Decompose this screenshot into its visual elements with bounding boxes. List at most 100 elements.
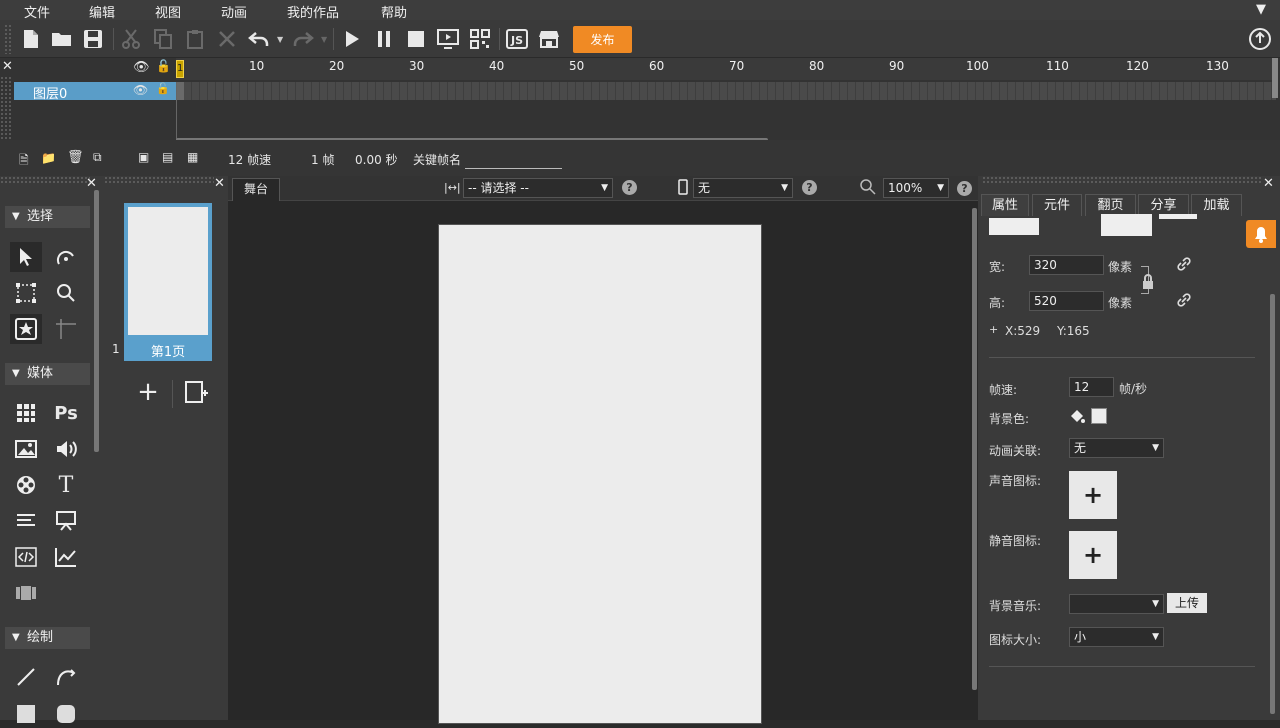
- props-close-icon[interactable]: ✕: [1263, 176, 1274, 191]
- device-select[interactable]: 无 ▼: [693, 178, 793, 198]
- redo-icon[interactable]: [290, 26, 316, 52]
- bgcolor-swatch[interactable]: [1091, 408, 1107, 424]
- publish-button[interactable]: 发布: [573, 26, 632, 53]
- bg-music-select[interactable]: ▼: [1069, 594, 1164, 614]
- add-page-icon[interactable]: +: [136, 379, 160, 405]
- sound-icon-add-button[interactable]: +: [1069, 471, 1117, 519]
- layout-select[interactable]: -- 请选择 -- ▼: [463, 178, 613, 198]
- zoom-tool-icon[interactable]: [50, 278, 82, 308]
- upload-button[interactable]: 上传: [1167, 593, 1207, 613]
- playhead[interactable]: 1: [176, 60, 184, 78]
- tab-loading[interactable]: 加载: [1191, 194, 1242, 216]
- width-input[interactable]: 320: [1029, 255, 1104, 275]
- props-scrollbar[interactable]: [1270, 294, 1275, 714]
- line-tool-icon[interactable]: [10, 662, 42, 692]
- menu-my-works[interactable]: 我的作品: [287, 2, 339, 21]
- fill-bucket-icon[interactable]: [1069, 408, 1085, 427]
- stage-canvas[interactable]: [438, 224, 762, 724]
- rounded-rect-tool-icon[interactable]: [50, 698, 82, 728]
- frame-tool-icon-3[interactable]: ▦: [187, 150, 198, 164]
- open-folder-icon[interactable]: [49, 26, 75, 52]
- keyframe-name-input[interactable]: [465, 150, 562, 169]
- save-icon[interactable]: [80, 26, 106, 52]
- pointer-tool-icon[interactable]: [10, 242, 42, 272]
- layer-row[interactable]: 图层0 👁 🔓: [14, 82, 176, 102]
- rect-tool-icon[interactable]: [10, 698, 42, 728]
- undo-dropdown-icon[interactable]: ▼: [277, 35, 283, 44]
- paragraph-tool-icon[interactable]: [10, 506, 42, 536]
- copy-page-icon[interactable]: [184, 380, 210, 409]
- section-select[interactable]: ▼ 选择: [5, 206, 90, 228]
- timeline-close-icon[interactable]: ✕: [2, 59, 13, 74]
- help-icon[interactable]: ?: [957, 181, 972, 196]
- lock-icon[interactable]: 🔓: [156, 59, 171, 73]
- help-icon[interactable]: ?: [622, 180, 637, 195]
- frames-row[interactable]: [176, 82, 1276, 100]
- cut-icon[interactable]: [118, 26, 144, 52]
- layer-visibility-icon[interactable]: 👁: [133, 83, 148, 97]
- ps-import-icon[interactable]: Ps: [50, 398, 82, 428]
- link-icon[interactable]: [1176, 256, 1192, 275]
- aspect-lock-icon[interactable]: [1141, 274, 1155, 293]
- image-tool-icon[interactable]: [10, 434, 42, 464]
- frame-tool-icon-2[interactable]: ▤: [162, 150, 173, 164]
- frame-tool-icon-1[interactable]: ▣: [138, 150, 149, 164]
- collapse-menu-icon[interactable]: ▼: [1256, 2, 1266, 17]
- code-tool-icon[interactable]: [10, 542, 42, 572]
- copy-icon[interactable]: [150, 26, 176, 52]
- transform-tool-icon[interactable]: [10, 278, 42, 308]
- section-media[interactable]: ▼ 媒体: [5, 363, 90, 385]
- layer-lock-icon[interactable]: 🔓: [156, 82, 170, 95]
- menu-file[interactable]: 文件: [24, 2, 50, 21]
- menu-help[interactable]: 帮助: [381, 2, 407, 21]
- new-file-icon[interactable]: [18, 26, 44, 52]
- notification-bell-icon[interactable]: [1246, 220, 1276, 248]
- anim-link-select[interactable]: 无 ▼: [1069, 438, 1164, 458]
- sound-tool-icon[interactable]: [50, 434, 82, 464]
- keyframe-cell[interactable]: [176, 82, 184, 100]
- slideshow-tool-icon[interactable]: [50, 506, 82, 536]
- redo-dropdown-icon[interactable]: ▼: [321, 35, 327, 44]
- store-icon[interactable]: [536, 26, 562, 52]
- icon-size-select[interactable]: 小 ▼: [1069, 627, 1164, 647]
- tab-components[interactable]: 元件: [1032, 194, 1082, 216]
- upload-cloud-icon[interactable]: [1247, 26, 1273, 52]
- delete-icon[interactable]: [214, 26, 240, 52]
- chart-tool-icon[interactable]: [50, 542, 82, 572]
- add-folder-icon[interactable]: 📁: [41, 151, 56, 165]
- favorite-tool-icon[interactable]: [10, 314, 42, 344]
- timeline-ruler[interactable]: 1 10 20 30 40 50 60 70 80 90 100 110 120…: [176, 58, 1276, 80]
- text-tool-icon[interactable]: T: [50, 470, 82, 500]
- tab-share[interactable]: 分享: [1138, 194, 1189, 216]
- tools-scrollbar[interactable]: [94, 190, 99, 452]
- pause-icon[interactable]: [371, 26, 397, 52]
- menu-animation[interactable]: 动画: [221, 2, 247, 21]
- qrcode-icon[interactable]: [467, 26, 493, 52]
- preview-icon[interactable]: [435, 26, 461, 52]
- help-icon[interactable]: ?: [802, 180, 817, 195]
- timeline-vscroll[interactable]: [1272, 58, 1278, 98]
- menu-edit[interactable]: 编辑: [89, 2, 115, 21]
- undo-icon[interactable]: [246, 26, 272, 52]
- menu-view[interactable]: 视图: [155, 2, 181, 21]
- stop-icon[interactable]: [403, 26, 429, 52]
- curve-tool-icon[interactable]: [50, 662, 82, 692]
- subselect-tool-icon[interactable]: [50, 242, 82, 272]
- stage-vscroll[interactable]: [972, 208, 977, 690]
- height-input[interactable]: 520: [1029, 291, 1104, 311]
- page-thumbnail[interactable]: 第1页: [124, 203, 212, 361]
- play-icon[interactable]: [339, 26, 365, 52]
- grid-widget-icon[interactable]: [10, 398, 42, 428]
- gallery-tool-icon[interactable]: [10, 578, 42, 608]
- mute-icon-add-button[interactable]: +: [1069, 531, 1117, 579]
- add-layer-icon[interactable]: 🗎: [19, 151, 29, 172]
- copy-layer-icon[interactable]: ⧉: [93, 150, 102, 165]
- tab-properties[interactable]: 属性: [981, 194, 1029, 216]
- fps-input[interactable]: 12: [1069, 377, 1114, 397]
- tab-page-turn[interactable]: 翻页: [1085, 194, 1136, 216]
- tools-close-icon[interactable]: ✕: [86, 176, 97, 191]
- js-icon[interactable]: JS: [504, 26, 530, 52]
- video-tool-icon[interactable]: [10, 470, 42, 500]
- align-icon[interactable]: |↔|: [444, 181, 461, 194]
- delete-layer-icon[interactable]: 🗑: [67, 150, 84, 165]
